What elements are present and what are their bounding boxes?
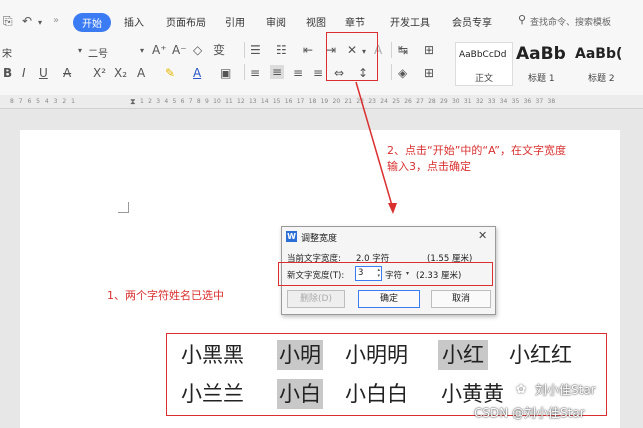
name-cell[interactable]: 小明明 (345, 340, 408, 370)
name-cell[interactable]: 小白白 (345, 379, 408, 409)
watermark-account: 刘小佳Star (535, 383, 596, 397)
name-cell[interactable]: 小兰兰 (181, 379, 244, 409)
name-cell-selected[interactable]: 小红 (438, 340, 488, 370)
close-icon[interactable]: ✕ (478, 229, 487, 242)
wechat-icon: ✿ (516, 382, 527, 396)
wps-logo-icon: W (286, 231, 297, 242)
name-cell[interactable]: 小黑黑 (181, 340, 244, 370)
highlight-box-new-width (278, 262, 493, 286)
cancel-button[interactable]: 取消 (431, 290, 491, 308)
name-cell-selected[interactable]: 小明 (277, 340, 323, 370)
name-cell[interactable]: 小红红 (509, 340, 572, 370)
ok-button[interactable]: 确定 (358, 290, 420, 308)
dialog-title: 调整宽度 (301, 234, 338, 244)
delete-button[interactable]: 删除(D) (287, 290, 345, 308)
name-cell-selected[interactable]: 小白 (277, 379, 323, 409)
watermark-credit: CSDN @刘小佳Star (474, 406, 585, 420)
